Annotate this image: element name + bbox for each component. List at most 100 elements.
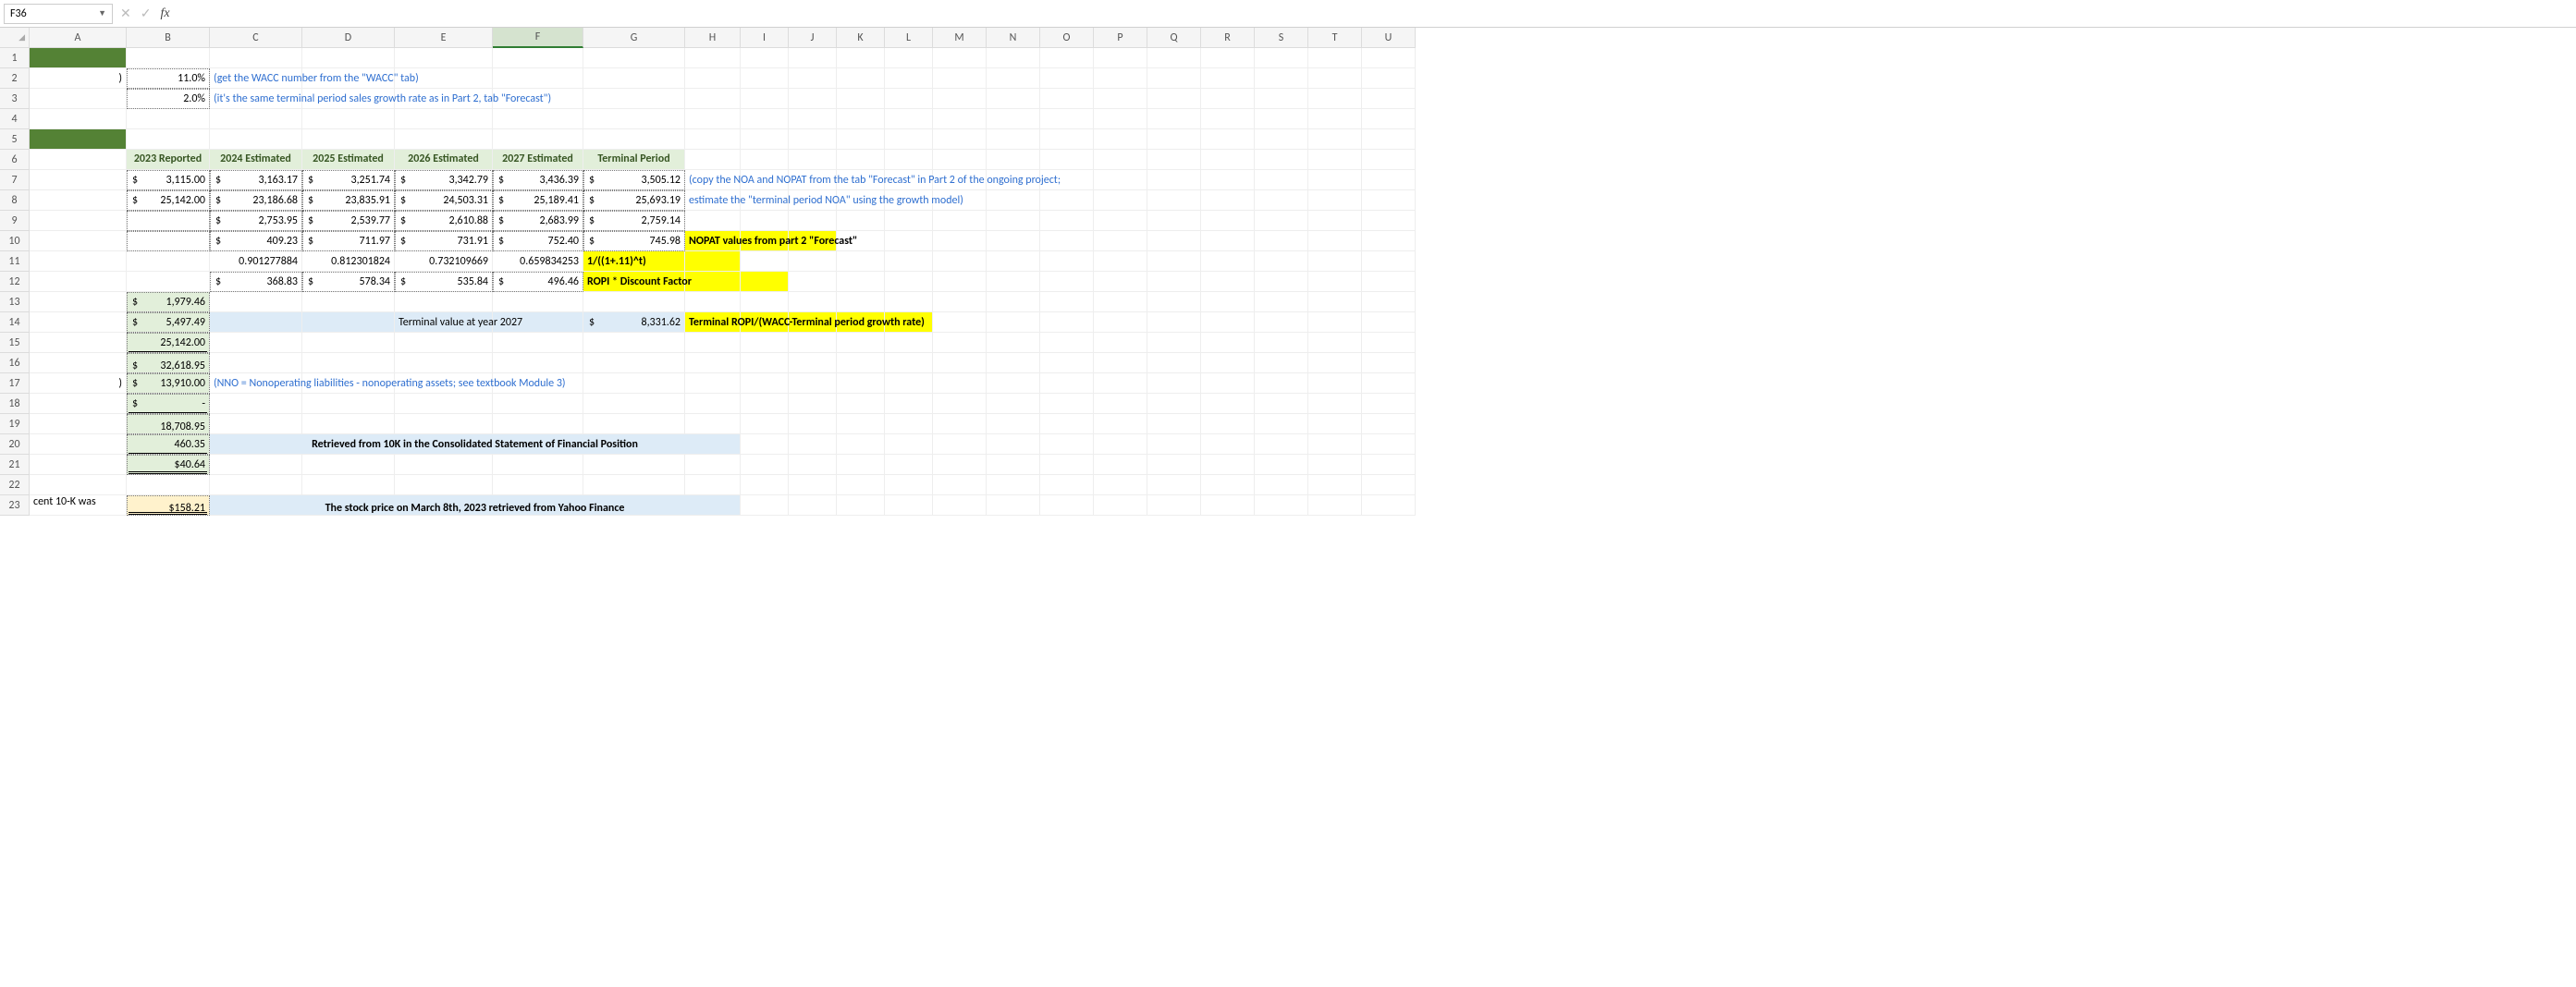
cell-E7[interactable]: $3,342.79 [395,170,493,190]
cell-A5[interactable] [30,129,127,150]
cell-G11[interactable]: 1/((1+.11)^t) [583,251,685,272]
row-18[interactable]: 18 [0,394,30,414]
col-G[interactable]: G [583,28,685,48]
hdr-2025[interactable]: 2025 Estimated [302,150,395,170]
cell-H14[interactable]: Terminal ROPI/(WACC-Terminal period grow… [685,312,741,333]
row-9[interactable]: 9 [0,211,30,231]
cell-B2[interactable]: 11.0% [127,68,210,89]
cell-G10[interactable]: $745.98 [583,231,685,251]
cell-G8[interactable]: $25,693.19 [583,190,685,211]
col-I[interactable]: I [741,28,789,48]
cancel-icon[interactable]: ✕ [120,6,131,21]
cell-B18[interactable]: $- [127,394,210,414]
cell-I1[interactable] [741,48,789,68]
row-22[interactable]: 22 [0,475,30,495]
cell-F9[interactable]: $2,683.99 [493,211,583,231]
cell-C8[interactable]: $23,186.68 [210,190,302,211]
cell-A1[interactable] [30,48,127,68]
row-15[interactable]: 15 [0,333,30,353]
row-7[interactable]: 7 [0,170,30,190]
cell-C11[interactable]: 0.901277884 [210,251,302,272]
cell-F1[interactable] [493,48,583,68]
cell-G9[interactable]: $2,759.14 [583,211,685,231]
hdr-2026[interactable]: 2026 Estimated [395,150,493,170]
cell-F7[interactable]: $3,436.39 [493,170,583,190]
col-Q[interactable]: Q [1147,28,1201,48]
enter-icon[interactable]: ✓ [141,6,152,21]
chevron-down-icon[interactable]: ▼ [98,8,106,18]
name-box[interactable]: F36 ▼ [4,4,113,24]
row-3[interactable]: 3 [0,89,30,109]
row-6[interactable]: 6 [0,150,30,170]
cell-A23[interactable]: cent 10-K was [30,495,127,516]
cell-C20[interactable]: Retrieved from 10K in the Consolidated S… [210,434,741,455]
cell-G14[interactable]: $8,331.62 [583,312,685,333]
cell-C9[interactable]: $2,753.95 [210,211,302,231]
cell-B7[interactable]: $3,115.00 [127,170,210,190]
col-H[interactable]: H [685,28,741,48]
hdr-terminal[interactable]: Terminal Period [583,150,685,170]
row-20[interactable]: 20 [0,434,30,455]
row-17[interactable]: 17 [0,373,30,394]
cell-A6[interactable] [30,150,127,170]
cell-E8[interactable]: $24,503.31 [395,190,493,211]
row-12[interactable]: 12 [0,272,30,292]
cell-C23[interactable]: The stock price on March 8th, 2023 retri… [210,495,741,516]
cell-B15[interactable]: 25,142.00 [127,333,210,353]
cell-A17[interactable]: ) [30,373,127,394]
cell-C1[interactable] [210,48,302,68]
cell-D10[interactable]: $711.97 [302,231,395,251]
cell-B10[interactable] [127,231,210,251]
col-K[interactable]: K [837,28,885,48]
cell-D9[interactable]: $2,539.77 [302,211,395,231]
col-D[interactable]: D [302,28,395,48]
cell-B3[interactable]: 2.0% [127,89,210,109]
cell-C10[interactable]: $409.23 [210,231,302,251]
row-23[interactable]: 23 [0,495,30,516]
col-R[interactable]: R [1201,28,1255,48]
cell-B1[interactable] [127,48,210,68]
spreadsheet-grid[interactable]: ◢ A B C D E F G H I J K L M N O P Q R S … [0,28,2576,516]
row-4[interactable]: 4 [0,109,30,129]
row-21[interactable]: 21 [0,455,30,475]
col-M[interactable]: M [933,28,987,48]
col-L[interactable]: L [885,28,933,48]
cell-B8[interactable]: $25,142.00 [127,190,210,211]
cell-H10[interactable]: NOPAT values from part 2 "Forecast" [685,231,741,251]
col-J[interactable]: J [789,28,837,48]
cell-B13[interactable]: $1,979.46 [127,292,210,312]
fx-icon[interactable]: fx [160,6,169,21]
cell-E9[interactable]: $2,610.88 [395,211,493,231]
cell-E11[interactable]: 0.732109669 [395,251,493,272]
cell-A3[interactable] [30,89,127,109]
cell-B20[interactable]: 460.35 [127,434,210,455]
cell-E1[interactable] [395,48,493,68]
col-O[interactable]: O [1040,28,1094,48]
col-F[interactable]: F [493,28,583,48]
col-A[interactable]: A [30,28,127,48]
cell-B19[interactable]: 18,708.95 [127,414,210,434]
cell-B9[interactable] [127,211,210,231]
select-all-corner[interactable]: ◢ [0,28,30,48]
cell-F11[interactable]: 0.659834253 [493,251,583,272]
cell-C2[interactable]: (get the WACC number from the "WACC" tab… [210,68,302,89]
row-14[interactable]: 14 [0,312,30,333]
cell-C7[interactable]: $3,163.17 [210,170,302,190]
row-5[interactable]: 5 [0,129,30,150]
row-1[interactable]: 1 [0,48,30,68]
cell-B14[interactable]: $5,497.49 [127,312,210,333]
hdr-2024[interactable]: 2024 Estimated [210,150,302,170]
cell-H8[interactable]: estimate the "terminal period NOA" using… [685,190,741,211]
col-B[interactable]: B [127,28,210,48]
cell-G1[interactable] [583,48,685,68]
cell-D8[interactable]: $23,835.91 [302,190,395,211]
cell-C17[interactable]: (NNO = Nonoperating liabilities - nonope… [210,373,302,394]
cell-D12[interactable]: $578.34 [302,272,395,292]
col-C[interactable]: C [210,28,302,48]
row-8[interactable]: 8 [0,190,30,211]
col-T[interactable]: T [1308,28,1362,48]
cell-G7[interactable]: $3,505.12 [583,170,685,190]
cell-E12[interactable]: $535.84 [395,272,493,292]
cell-B21[interactable]: $40.64 [127,455,210,475]
cell-D1[interactable] [302,48,395,68]
